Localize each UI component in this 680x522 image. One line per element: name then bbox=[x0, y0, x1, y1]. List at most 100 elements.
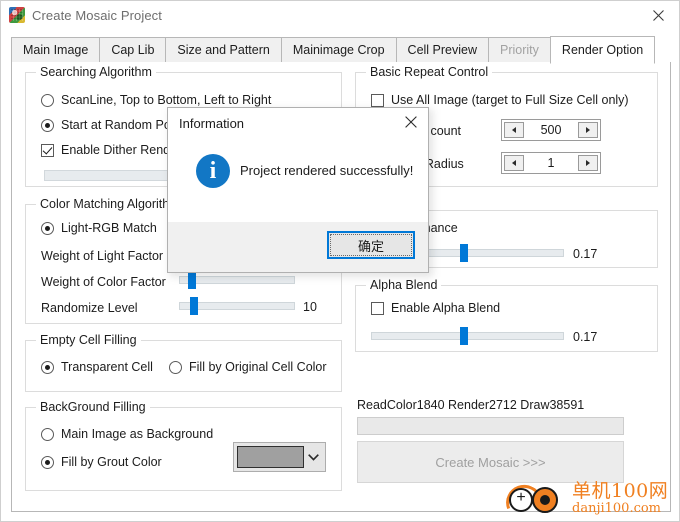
slider-randomize-level[interactable] bbox=[179, 297, 295, 315]
tab-label: Cap Lib bbox=[111, 43, 155, 57]
spinner-repeat-radius[interactable]: 1 bbox=[501, 152, 601, 174]
dialog-footer: 确定 bbox=[168, 221, 428, 272]
radio-label: Fill by Grout Color bbox=[61, 455, 162, 469]
slider-thumb[interactable] bbox=[459, 327, 468, 345]
radio-label: Start at Random Pos bbox=[61, 118, 178, 132]
radio-main-image-as-background[interactable]: Main Image as Background bbox=[41, 427, 213, 441]
slider-label: Randomize Level bbox=[41, 301, 138, 315]
checkbox-label: Use All Image (target to Full Size Cell … bbox=[391, 93, 629, 107]
group-title: Searching Algorithm bbox=[36, 65, 156, 79]
radio-fill-by-original-cell-color[interactable]: Fill by Original Cell Color bbox=[169, 360, 327, 374]
radio-indicator bbox=[41, 455, 54, 469]
slider-label: Weight of Light Factor bbox=[41, 249, 164, 263]
checkbox-label: Enable Alpha Blend bbox=[391, 301, 501, 315]
info-icon: i bbox=[196, 154, 230, 188]
tab-label: Mainimage Crop bbox=[292, 43, 385, 57]
watermark: 单机100网 danji100.com bbox=[500, 478, 674, 521]
radio-indicator bbox=[41, 118, 54, 132]
label-weight-of-color-factor: Weight of Color Factor bbox=[41, 275, 166, 289]
tab-label: Priority bbox=[500, 43, 539, 57]
tab-priority: Priority bbox=[488, 37, 550, 63]
tab-label: Render Option bbox=[561, 43, 644, 57]
checkbox-indicator bbox=[41, 143, 54, 157]
information-dialog: Information i Project rendered successfu… bbox=[167, 107, 429, 273]
radio-label: Fill by Original Cell Color bbox=[189, 360, 327, 374]
group-title: Alpha Blend bbox=[366, 278, 442, 292]
radio-fill-by-grout-color[interactable]: Fill by Grout Color bbox=[41, 455, 162, 469]
close-icon[interactable] bbox=[636, 1, 679, 29]
grout-color-combo[interactable] bbox=[233, 442, 326, 472]
create-mosaic-button-label: Create Mosaic >>> bbox=[435, 454, 546, 470]
radio-label: Light-RGB Match bbox=[61, 221, 157, 235]
group-title: Color Matching Algorithm bbox=[36, 197, 184, 211]
alpha-blend-value: 0.17 bbox=[573, 330, 598, 344]
chevron-down-icon[interactable] bbox=[304, 453, 322, 461]
tab-bar: Main Image Cap Lib Size and Pattern Main… bbox=[11, 35, 671, 64]
checkbox-enable-alpha-blend[interactable]: Enable Alpha Blend bbox=[371, 301, 500, 315]
slider-alpha-blend[interactable] bbox=[371, 327, 564, 345]
checkbox-use-all-image[interactable]: Use All Image (target to Full Size Cell … bbox=[371, 93, 629, 107]
window-title: Create Mosaic Project bbox=[32, 7, 162, 23]
tab-label: Cell Preview bbox=[407, 43, 478, 57]
radio-label: ScanLine, Top to Bottom, Left to Right bbox=[61, 93, 272, 107]
radio-label: Main Image as Background bbox=[61, 427, 214, 441]
mosaic-app-icon bbox=[9, 7, 25, 23]
group-empty-cell-filling: Empty Cell Filling Transparent Cell Fill… bbox=[25, 333, 342, 392]
focus-ring bbox=[330, 234, 412, 256]
spinner-increment-button[interactable] bbox=[578, 155, 598, 171]
label-weight-of-light-factor: Weight of Light Factor bbox=[41, 249, 163, 263]
spinner-value: 1 bbox=[547, 156, 555, 170]
radio-light-rgb-match[interactable]: Light-RGB Match bbox=[41, 221, 157, 235]
checkbox-indicator bbox=[371, 301, 384, 315]
radio-indicator bbox=[41, 360, 54, 374]
group-background-filling: BackGround Filling Main Image as Backgro… bbox=[25, 400, 342, 491]
radio-indicator bbox=[169, 360, 182, 374]
grout-color-swatch[interactable] bbox=[237, 446, 304, 468]
watermark-cn-text: 单机100网 bbox=[572, 479, 669, 502]
slider-track bbox=[179, 276, 295, 284]
radio-start-at-random-pos[interactable]: Start at Random Pos bbox=[41, 118, 177, 132]
label-randomize-level: Randomize Level bbox=[41, 301, 138, 315]
randomize-level-value: 10 bbox=[303, 300, 317, 314]
dialog-ok-button[interactable]: 确定 bbox=[327, 231, 415, 259]
tab-label: Size and Pattern bbox=[177, 43, 270, 57]
info-icon-glyph: i bbox=[209, 158, 217, 184]
spinner-increment-button[interactable] bbox=[578, 122, 598, 138]
tab-cell-preview[interactable]: Cell Preview bbox=[395, 37, 489, 63]
watermark-en-text: danji100.com bbox=[572, 500, 662, 516]
title-bar: Create Mosaic Project bbox=[1, 1, 679, 29]
color-enhance-value: 0.17 bbox=[573, 247, 598, 261]
checkbox-label: Enable Dither Rende bbox=[61, 143, 178, 157]
tab-cap-lib[interactable]: Cap Lib bbox=[99, 37, 166, 63]
create-mosaic-button[interactable]: Create Mosaic >>> bbox=[357, 441, 624, 483]
radio-transparent-cell[interactable]: Transparent Cell bbox=[41, 360, 153, 374]
dialog-message: Project rendered successfully! bbox=[240, 163, 414, 178]
radio-indicator bbox=[41, 93, 54, 107]
render-status-text: ReadColor1840 Render2712 Draw38591 bbox=[357, 398, 585, 412]
radio-indicator bbox=[41, 427, 54, 441]
radio-scanline[interactable]: ScanLine, Top to Bottom, Left to Right bbox=[41, 93, 271, 107]
render-progress-bar bbox=[357, 417, 624, 435]
slider-thumb[interactable] bbox=[190, 297, 199, 315]
spinner-tile-count[interactable]: 500 bbox=[501, 119, 601, 141]
tab-main-image[interactable]: Main Image bbox=[11, 37, 100, 63]
checkbox-enable-dither-render[interactable]: Enable Dither Rende bbox=[41, 143, 177, 157]
checkbox-indicator bbox=[371, 93, 384, 107]
group-title: Basic Repeat Control bbox=[366, 65, 493, 79]
tab-render-option[interactable]: Render Option bbox=[549, 36, 656, 64]
tab-size-and-pattern[interactable]: Size and Pattern bbox=[165, 37, 281, 63]
radio-indicator bbox=[41, 221, 54, 235]
spinner-decrement-button[interactable] bbox=[504, 122, 524, 138]
group-alpha-blend: Alpha Blend Enable Alpha Blend 0.17 bbox=[355, 278, 658, 352]
dialog-title: Information bbox=[179, 116, 245, 131]
group-title: Empty Cell Filling bbox=[36, 333, 141, 347]
close-icon[interactable] bbox=[394, 108, 428, 136]
mosaic-project-window: Create Mosaic Project Main Image Cap Lib… bbox=[0, 0, 680, 522]
group-title: BackGround Filling bbox=[36, 400, 150, 414]
spinner-decrement-button[interactable] bbox=[504, 155, 524, 171]
slider-thumb[interactable] bbox=[459, 244, 468, 262]
dialog-body: i Project rendered successfully! bbox=[168, 136, 428, 224]
danji100-logo-icon bbox=[500, 478, 568, 521]
slider-label: Weight of Color Factor bbox=[41, 275, 166, 289]
tab-mainimage-crop[interactable]: Mainimage Crop bbox=[280, 37, 396, 63]
